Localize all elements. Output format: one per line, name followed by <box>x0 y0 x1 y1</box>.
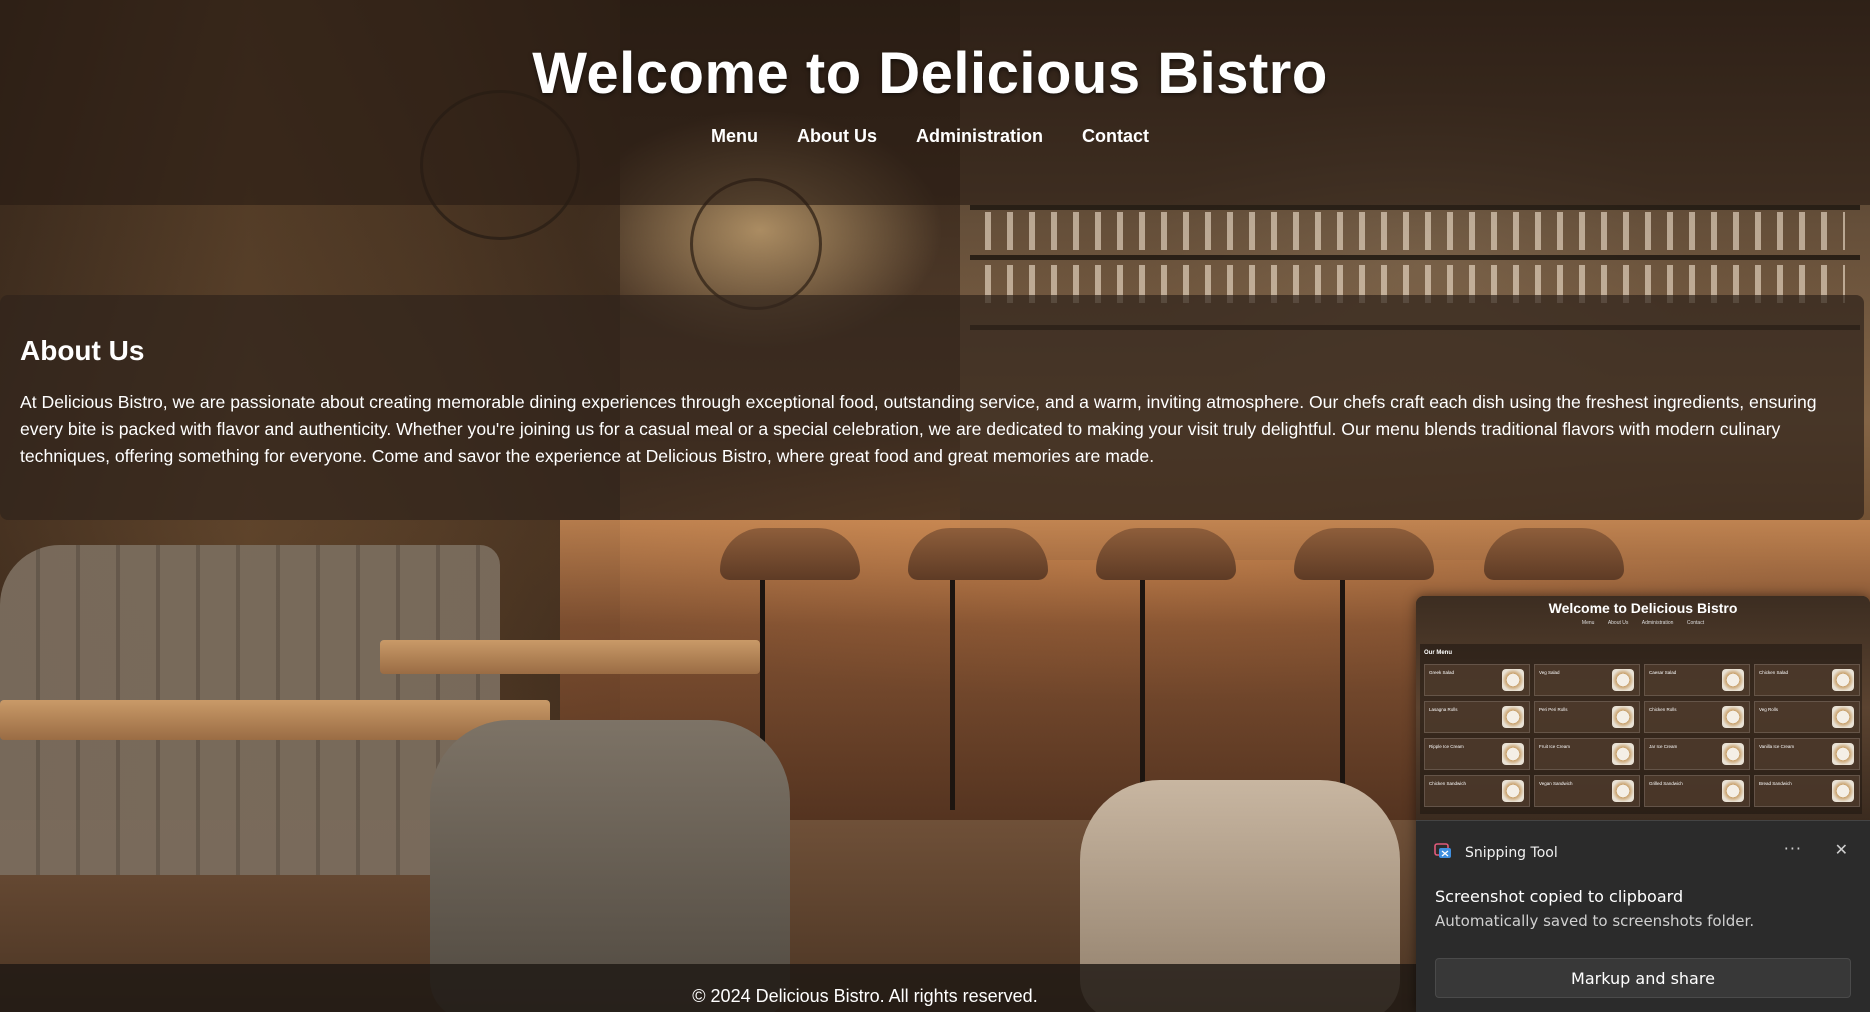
preview-card-name: Vanilla Ice Cream <box>1759 744 1795 749</box>
preview-nav: Menu About Us Administration Contact <box>1416 620 1870 626</box>
preview-title: Welcome to Delicious Bistro <box>1548 600 1738 616</box>
preview-menu-card: Greek Salad <box>1424 664 1530 696</box>
about-heading: About Us <box>20 335 145 366</box>
food-image <box>1502 780 1524 802</box>
preview-menu-heading: Our Menu <box>1424 650 1452 656</box>
main-nav: Menu About Us Administration Contact <box>0 126 1860 147</box>
preview-card-name: Ripple Ice Cream <box>1429 744 1464 749</box>
preview-nav-item: Menu <box>1581 620 1595 626</box>
bar-stool <box>1484 528 1624 580</box>
toast-title: Screenshot copied to clipboard <box>1435 887 1684 906</box>
bar-stool <box>1096 528 1236 580</box>
preview-card-name: Chicken Salad <box>1759 670 1789 675</box>
food-image <box>1612 780 1634 802</box>
preview-card-name: Lasagna Rolls <box>1429 707 1458 712</box>
preview-card-name: Bread Sandwich <box>1759 781 1792 786</box>
stool-leg <box>760 580 765 810</box>
preview-card-name: Vegan Sandwich <box>1539 781 1573 786</box>
preview-menu-card: Jar Ice Cream <box>1644 738 1750 770</box>
more-options-icon[interactable]: ··· <box>1784 839 1802 858</box>
food-image <box>1722 669 1744 691</box>
preview-menu-card: Chicken Sandwich <box>1424 775 1530 807</box>
close-icon[interactable]: ✕ <box>1835 840 1848 859</box>
food-image <box>1722 706 1744 728</box>
nav-link-about-us[interactable]: About Us <box>797 126 877 147</box>
site-title: Welcome to Delicious Bistro <box>532 41 1328 106</box>
preview-card-name: Fruit Ice Cream <box>1539 744 1571 749</box>
food-image <box>1502 669 1524 691</box>
toast-body: Screenshot copied to clipboard Automatic… <box>1416 887 1870 930</box>
food-image <box>1722 743 1744 765</box>
preview-menu-card: Ripple Ice Cream <box>1424 738 1530 770</box>
food-image <box>1502 743 1524 765</box>
preview-menu-card: Veg Salad <box>1534 664 1640 696</box>
preview-card-name: Greek Salad <box>1429 670 1455 675</box>
food-image <box>1612 669 1634 691</box>
bar-shelf <box>970 205 1860 210</box>
snipping-tool-notification[interactable]: Welcome to Delicious Bistro Menu About U… <box>1416 596 1870 1012</box>
screenshot-preview[interactable]: Welcome to Delicious Bistro Menu About U… <box>1416 596 1870 821</box>
preview-menu-card: Fruit Ice Cream <box>1534 738 1640 770</box>
nav-link-administration[interactable]: Administration <box>916 126 1043 147</box>
preview-card-name: Chicken Rolls <box>1649 707 1677 712</box>
food-image <box>1832 743 1854 765</box>
preview-menu-panel: Our Menu Greek Salad Veg Salad Caesar Sa… <box>1420 644 1862 814</box>
preview-menu-card: Veg Rolls <box>1754 701 1860 733</box>
toast-app-name: Snipping Tool <box>1465 845 1558 861</box>
preview-card-name: Peri Peri Rolls <box>1539 707 1568 712</box>
preview-card-name: Veg Rolls <box>1759 707 1779 712</box>
preview-card-name: Veg Salad <box>1539 670 1560 675</box>
footer-copyright: © 2024 Delicious Bistro. All rights rese… <box>692 986 1038 1006</box>
glass-row <box>985 212 1845 250</box>
stool-leg <box>1340 580 1345 810</box>
toast-subtitle: Automatically saved to screenshots folde… <box>1435 912 1755 930</box>
preview-menu-card: Vanilla Ice Cream <box>1754 738 1860 770</box>
food-image <box>1502 706 1524 728</box>
preview-menu-card: Vegan Sandwich <box>1534 775 1640 807</box>
preview-menu-card: Lasagna Rolls <box>1424 701 1530 733</box>
food-image <box>1612 743 1634 765</box>
nav-link-contact[interactable]: Contact <box>1082 126 1149 147</box>
bar-stool <box>908 528 1048 580</box>
preview-card-name: Chicken Sandwich <box>1429 781 1467 786</box>
site-header: Welcome to Delicious Bistro Menu About U… <box>0 0 1870 205</box>
preview-nav-item: Administration <box>1641 620 1674 626</box>
preview-card-name: Jar Ice Cream <box>1649 744 1678 749</box>
booth-seating <box>0 545 500 875</box>
preview-menu-card: Bread Sandwich <box>1754 775 1860 807</box>
preview-menu-card: Caesar Salad <box>1644 664 1750 696</box>
dining-table <box>380 640 760 674</box>
food-image <box>1722 780 1744 802</box>
food-image <box>1832 706 1854 728</box>
stool-leg <box>950 580 955 810</box>
about-text: At Delicious Bistro, we are passionate a… <box>20 392 1817 466</box>
preview-menu-card: Grilled Sandwich <box>1644 775 1750 807</box>
preview-menu-card: Chicken Rolls <box>1644 701 1750 733</box>
preview-card-name: Grilled Sandwich <box>1649 781 1683 786</box>
preview-menu-card: Peri Peri Rolls <box>1534 701 1640 733</box>
about-section: About Us At Delicious Bistro, we are pas… <box>0 295 1864 520</box>
food-image <box>1612 706 1634 728</box>
preview-card-name: Caesar Salad <box>1649 670 1677 675</box>
preview-menu-card: Chicken Salad <box>1754 664 1860 696</box>
toast-header: Snipping Tool ··· ✕ <box>1416 821 1870 879</box>
nav-link-menu[interactable]: Menu <box>711 126 758 147</box>
bar-stool <box>720 528 860 580</box>
preview-nav-item: Contact <box>1686 620 1705 626</box>
food-image <box>1832 780 1854 802</box>
stool-leg <box>1140 580 1145 810</box>
markup-and-share-button[interactable]: Markup and share <box>1435 958 1851 998</box>
preview-menu-grid: Greek Salad Veg Salad Caesar Salad Chick… <box>1424 664 1860 807</box>
preview-nav-item: About Us <box>1607 620 1629 626</box>
food-image <box>1832 669 1854 691</box>
snipping-tool-icon <box>1434 843 1451 858</box>
bar-shelf <box>970 255 1860 260</box>
bar-stool <box>1294 528 1434 580</box>
dining-table <box>0 700 550 740</box>
